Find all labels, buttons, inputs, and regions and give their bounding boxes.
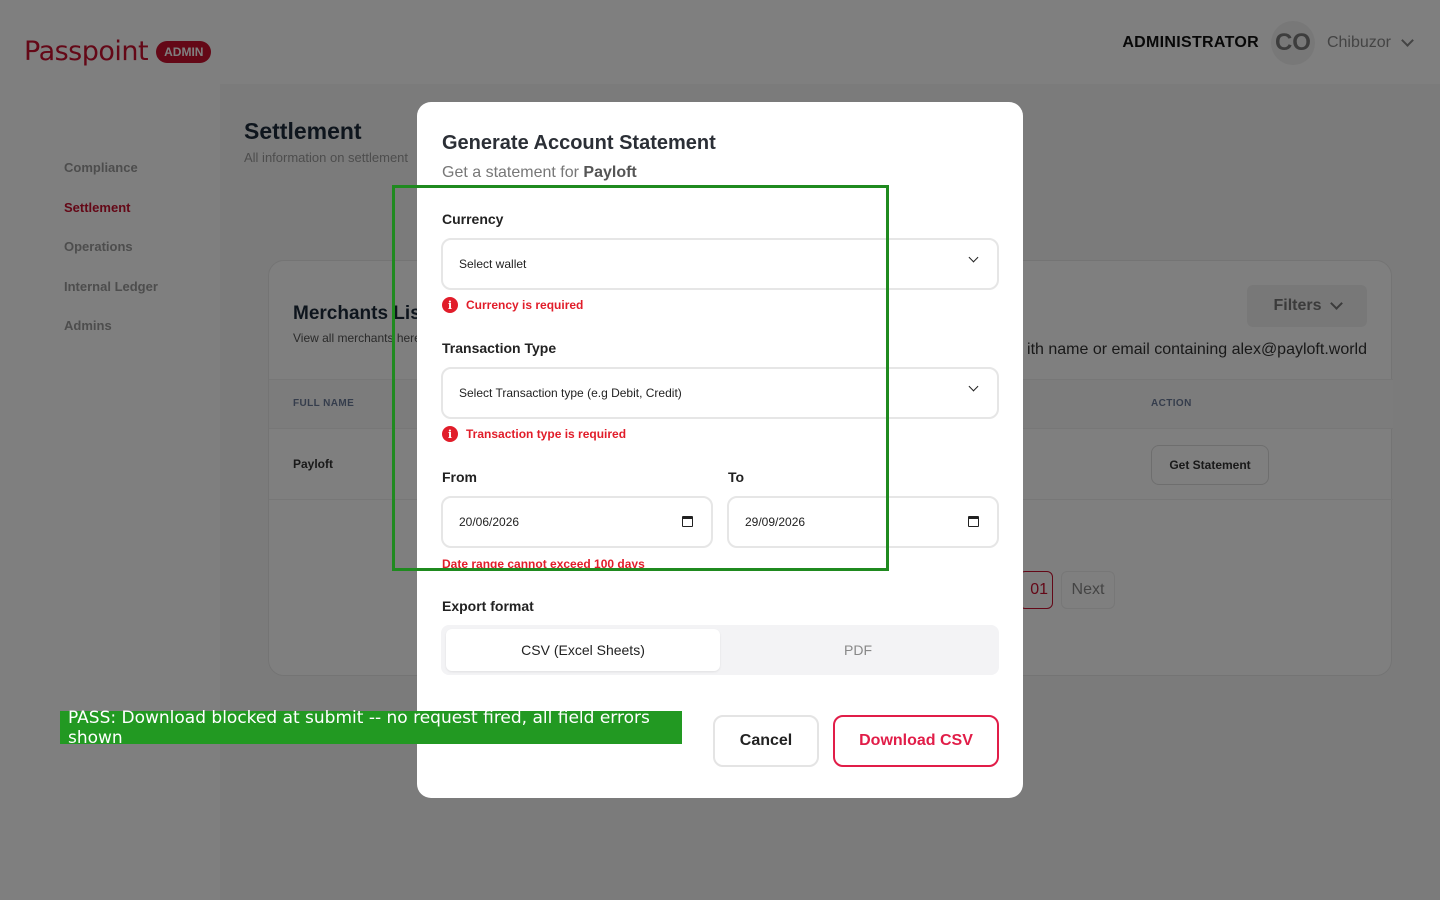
transaction-type-label: Transaction Type xyxy=(442,340,557,356)
currency-label: Currency xyxy=(442,211,504,227)
export-option-pdf[interactable]: PDF xyxy=(721,629,995,671)
chevron-down-icon xyxy=(968,381,979,392)
date-range-error: Date range cannot exceed 100 days xyxy=(442,557,645,571)
error-icon: i xyxy=(442,426,458,442)
from-date-input[interactable]: 20/06/2026 xyxy=(441,496,713,548)
modal-title: Generate Account Statement xyxy=(442,132,716,154)
modal-merchant-name: Payloft xyxy=(583,164,637,181)
export-format-label: Export format xyxy=(442,598,534,614)
currency-error: i Currency is required xyxy=(442,297,583,313)
generate-statement-modal: Generate Account Statement Get a stateme… xyxy=(417,102,1023,798)
calendar-icon[interactable] xyxy=(968,516,979,527)
from-label: From xyxy=(442,469,477,485)
to-date-value: 29/09/2026 xyxy=(745,515,806,529)
to-date-input[interactable]: 29/09/2026 xyxy=(727,496,999,548)
currency-select[interactable]: Select wallet xyxy=(441,238,999,290)
chevron-down-icon xyxy=(968,252,979,263)
from-date-value: 20/06/2026 xyxy=(459,515,520,529)
error-icon: i xyxy=(442,297,458,313)
currency-error-text: Currency is required xyxy=(466,298,584,312)
transaction-type-select-value: Select Transaction type (e.g Debit, Cred… xyxy=(459,386,682,400)
export-option-csv[interactable]: CSV (Excel Sheets) xyxy=(446,629,720,671)
modal-subtitle-prefix: Get a statement for xyxy=(442,164,579,181)
export-format-toggle: CSV (Excel Sheets) PDF xyxy=(441,625,999,675)
currency-select-value: Select wallet xyxy=(459,257,527,271)
test-pass-banner: PASS: Download blocked at submit -- no r… xyxy=(60,708,682,748)
modal-subtitle: Get a statement for Payloft xyxy=(442,164,637,182)
cancel-button[interactable]: Cancel xyxy=(713,715,819,767)
calendar-icon[interactable] xyxy=(682,516,693,527)
transaction-type-error-text: Transaction type is required xyxy=(466,427,627,441)
transaction-type-error: i Transaction type is required xyxy=(442,426,626,442)
to-label: To xyxy=(728,469,745,485)
transaction-type-select[interactable]: Select Transaction type (e.g Debit, Cred… xyxy=(441,367,999,419)
download-csv-button[interactable]: Download CSV xyxy=(833,715,999,767)
